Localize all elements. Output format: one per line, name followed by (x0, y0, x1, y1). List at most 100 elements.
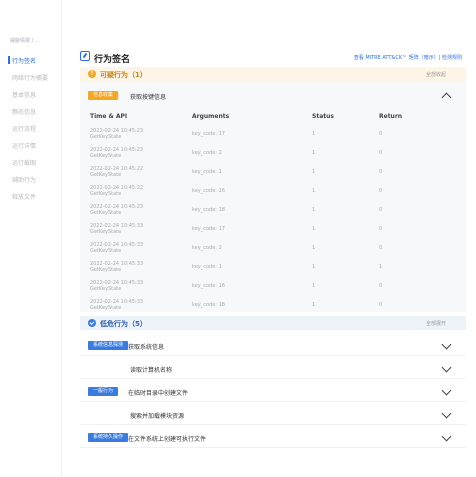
sidebar-item-run-details[interactable]: 运行详情 (12, 141, 36, 150)
low-risk-behavior-panel: 低危行为（5） 全部展开 系统信息探测 获取系统信息读取计算机名称一般行为 在临时目… (80, 316, 466, 456)
cell-time-api: 2022-02-24 10:45:22 GetKeyState (90, 185, 143, 197)
behavior-group-row[interactable]: 搜索并加载模块资源 (80, 405, 466, 425)
table-row: 2022-02-24 10:45:33 GetKeyState key_code: … (88, 278, 458, 295)
sidebar-item-aux-behavior[interactable]: 辅助行为 (12, 175, 36, 184)
table-row: 2022-02-24 10:45:33 GetKeyState key_code: … (88, 221, 458, 238)
api-name: GetKeyState (90, 134, 122, 140)
table-row: 2022-02-24 10:45:23 GetKeyState key_code: … (88, 145, 458, 162)
behavior-name: 获取系统信息 (128, 344, 165, 351)
api-name: GetKeyState (90, 267, 122, 273)
behavior-group-row[interactable]: 读取计算机名称 (80, 359, 466, 379)
api-name: GetKeyState (90, 286, 122, 292)
behavior-name: 搜索并加载模块资源 (130, 413, 185, 420)
api-name: GetKeyState (90, 248, 122, 254)
table-row: 2022-02-24 10:45:22 GetKeyState key_code: … (88, 164, 458, 181)
cell-status: 1 (312, 245, 316, 251)
table-row: 2022-02-24 10:45:33 GetKeyState key_code: … (88, 240, 458, 257)
cell-return: 1 (379, 264, 383, 270)
cell-arguments: key_code: 1 (192, 169, 222, 175)
check-circle-icon (88, 319, 96, 327)
cell-arguments: key_code: 18 (192, 302, 225, 308)
cell-status: 1 (312, 131, 316, 137)
page-header: 行为签名 查看 MITRE ATT&CK™ 矩阵（暗示）| 检测规则 (78, 50, 466, 65)
low-risk-behavior-title: 低危行为（5） (100, 320, 147, 328)
behavior-group-row[interactable]: 一般行为 在临时目录中创建文件 (80, 382, 466, 402)
category-tag: 系统持久操作 (88, 433, 129, 442)
category-tag: 一般行为 (88, 387, 119, 396)
cell-arguments: key_code: 2 (192, 245, 222, 251)
cell-time-api: 2022-02-24 10:45:23 GetKeyState (90, 147, 143, 159)
sidebar: 威胁情报 / ... 行为签名 网络行为摘要 基本信息 静态信息 运行流程 运行… (0, 0, 62, 477)
behavior-name: 在文件系统上创建可执行文件 (128, 436, 207, 443)
chevron-down-icon[interactable] (441, 431, 452, 442)
cell-return: 0 (379, 131, 383, 137)
behavior-name: 读取计算机名称 (130, 367, 173, 374)
cell-return: 0 (379, 226, 383, 232)
chevron-down-icon[interactable] (441, 408, 452, 419)
sidebar-item-screenshots[interactable]: 运行截图 (12, 158, 36, 167)
collapse-all-button[interactable]: 全部收起 (426, 71, 446, 78)
breadcrumb[interactable]: 威胁情报 / ... (10, 37, 40, 44)
cell-arguments: key_code: 2 (192, 150, 222, 156)
cell-arguments: key_code: 16 (192, 283, 225, 289)
api-name: GetKeyState (90, 229, 122, 235)
cell-return: 0 (379, 150, 383, 156)
cell-return: 0 (379, 207, 383, 213)
column-header-arguments: Arguments (192, 113, 230, 120)
expand-all-button[interactable]: 全部展开 (426, 320, 446, 327)
sidebar-item-behavior-signature[interactable]: 行为签名 (12, 56, 36, 65)
cell-status: 1 (312, 302, 316, 308)
cell-return: 0 (379, 302, 383, 308)
mitre-matrix-link[interactable]: 查看 MITRE ATT&CK™ 矩阵（暗示）| 检测规则 (354, 54, 462, 61)
sidebar-item-basic-info[interactable]: 基本信息 (12, 90, 36, 99)
cell-arguments: key_code: 17 (192, 131, 225, 137)
sidebar-item-run-flow[interactable]: 运行流程 (12, 124, 36, 133)
cell-time-api: 2022-02-24 10:45:33 GetKeyState (90, 223, 143, 235)
cell-arguments: key_code: 16 (192, 188, 225, 194)
cell-status: 1 (312, 226, 316, 232)
cell-time-api: 2022-02-24 10:45:33 GetKeyState (90, 261, 143, 273)
sidebar-item-static-info[interactable]: 静态信息 (12, 107, 36, 116)
api-name: GetKeyState (90, 153, 122, 159)
cell-return: 0 (379, 188, 383, 194)
cell-time-api: 2022-02-24 10:45:33 GetKeyState (90, 280, 143, 292)
column-header-status: Status (312, 113, 334, 120)
table-row: 2022-02-24 10:45:23 GetKeyState key_code: … (88, 202, 458, 219)
table-row: 2022-02-24 10:45:33 GetKeyState key_code: … (88, 259, 458, 276)
warning-icon: ! (88, 70, 96, 78)
suspicious-behavior-header[interactable]: ! 可疑行为（1） 全部收起 (80, 67, 466, 81)
category-tag: 系统信息探测 (88, 341, 129, 350)
api-name: GetKeyState (90, 210, 122, 216)
sidebar-item-dropped-files[interactable]: 释放文件 (12, 192, 36, 201)
chevron-down-icon[interactable] (441, 385, 452, 396)
low-risk-behavior-header[interactable]: 低危行为（5） 全部展开 (80, 316, 466, 330)
cell-arguments: key_code: 17 (192, 226, 225, 232)
chevron-down-icon[interactable] (441, 362, 452, 373)
table-row: 2022-02-24 10:45:22 GetKeyState key_code: … (88, 183, 458, 200)
edit-document-icon (80, 51, 90, 61)
chevron-down-icon[interactable] (441, 339, 452, 350)
cell-status: 1 (312, 283, 316, 289)
chevron-up-icon[interactable] (441, 92, 452, 103)
behavior-group-row[interactable]: 信息收集 获取按键信息 (80, 89, 466, 103)
cell-time-api: 2022-02-24 10:45:22 GetKeyState (90, 166, 143, 178)
suspicious-behavior-title: 可疑行为（1） (100, 71, 147, 79)
behavior-group-row[interactable]: 系统信息探测 获取系统信息 (80, 336, 466, 356)
behavior-name: 获取按键信息 (130, 94, 167, 101)
api-name: GetKeyState (90, 191, 122, 197)
behavior-group-row[interactable]: 系统持久操作 在文件系统上创建可执行文件 (80, 428, 466, 448)
page-title: 行为签名 (94, 55, 131, 65)
cell-arguments: key_code: 18 (192, 207, 225, 213)
table-row: 2022-02-24 10:45:33 GetKeyState key_code: … (88, 297, 458, 314)
cell-return: 0 (379, 245, 383, 251)
sidebar-item-network-summary[interactable]: 网络行为摘要 (12, 73, 48, 82)
cell-time-api: 2022-02-24 10:45:33 GetKeyState (90, 299, 143, 311)
cell-status: 1 (312, 188, 316, 194)
category-tag: 信息收集 (88, 91, 119, 100)
column-header-time-api: Time & API (90, 113, 128, 120)
behavior-name: 在临时目录中创建文件 (128, 390, 189, 397)
cell-status: 1 (312, 207, 316, 213)
active-indicator (8, 56, 10, 64)
cell-time-api: 2022-02-24 10:45:33 GetKeyState (90, 242, 143, 254)
cell-time-api: 2022-02-24 10:45:23 GetKeyState (90, 204, 143, 216)
